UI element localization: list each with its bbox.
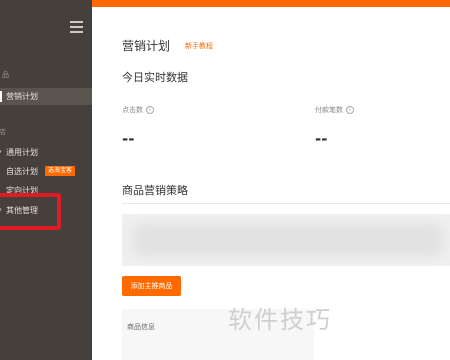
sidebar-item-badge: 选海宝客 <box>45 166 76 176</box>
info-icon[interactable]: i <box>146 106 154 114</box>
stat-value-clicks: -- <box>122 130 135 148</box>
stat-label-text: 付款笔数 <box>315 106 343 114</box>
chevron-down-icon: ▾ <box>0 144 2 161</box>
stat-label-text: 点击数 <box>122 106 143 114</box>
sidebar-item-label: 自选计划 <box>6 167 38 176</box>
sidebar: 品 营销计划 店 ▾ 通用计划 自选计划 选海宝客 定向计划 ▾ 其他管理 <box>0 0 92 360</box>
stat-label-payments: 付款笔数 i <box>315 105 354 115</box>
tutorial-link[interactable]: 新手教程 <box>185 41 213 51</box>
divider <box>122 203 450 204</box>
realtime-data-title: 今日实时数据 <box>122 71 188 84</box>
sidebar-item-general-plan[interactable]: ▾ 通用计划 <box>0 144 92 161</box>
highlight-annotation-box <box>0 193 61 230</box>
product-info-label: 商品信息 <box>127 323 155 331</box>
page-title: 营销计划 <box>122 39 171 53</box>
menu-icon[interactable] <box>70 21 83 33</box>
watermark: 软件技巧 <box>228 306 332 334</box>
strategy-title: 商品营销策略 <box>122 184 188 197</box>
info-icon[interactable]: i <box>346 106 354 114</box>
add-featured-product-button[interactable]: 添加主推商品 <box>122 276 181 296</box>
blurred-content-area <box>122 214 450 266</box>
sidebar-item-custom-plan[interactable]: 自选计划 选海宝客 <box>0 163 92 180</box>
sidebar-section-label: 品 <box>2 71 9 79</box>
sidebar-item-marketing-plan[interactable]: 营销计划 <box>0 88 92 105</box>
sidebar-section-label: 店 <box>0 128 6 136</box>
sidebar-item-label: 通用计划 <box>6 148 38 157</box>
stat-label-clicks: 点击数 i <box>122 105 154 115</box>
stat-value-payments: -- <box>315 130 328 148</box>
sidebar-item-label: 营销计划 <box>6 92 38 101</box>
